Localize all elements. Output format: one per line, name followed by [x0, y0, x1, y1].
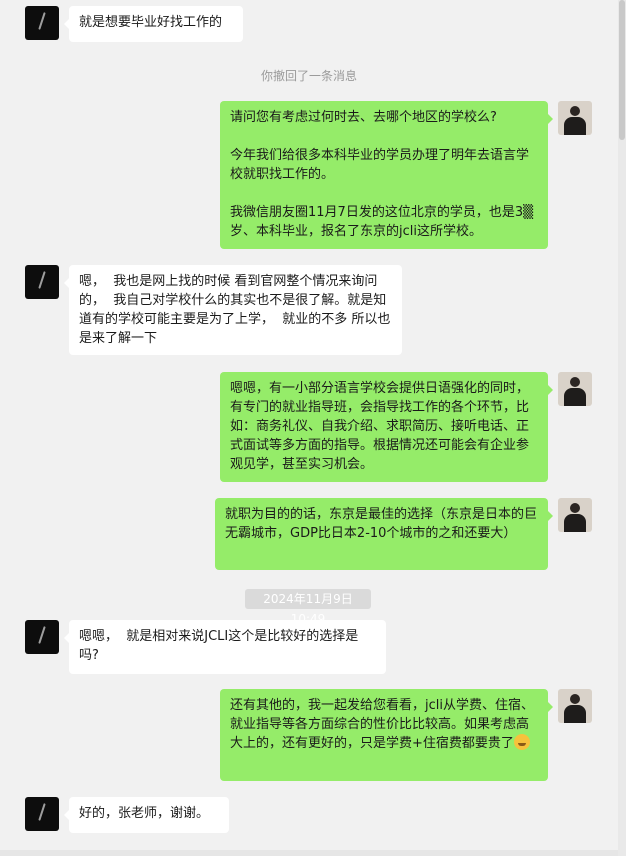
message-bubble-self[interactable]: 嗯嗯，有一小部分语言学校会提供日语强化的同时，有专门的就业指导班，会指导找工作的…	[220, 372, 553, 482]
message-text: 嗯嗯， 就是相对来说JCLI这个是比较好的选择是吗?	[79, 629, 359, 663]
message-text: 还有其他的，我一起发给您看看，jcli从学费、住宿、就业指导等各方面综合的性价比…	[230, 698, 534, 751]
message-bubble-friend[interactable]: 就是想要毕业好找工作的	[64, 6, 243, 42]
message-bubble-friend[interactable]: 嗯， 我也是网上找的时候 看到官网整个情况来询问的， 我自己对学校什么的其实也不…	[64, 265, 402, 355]
message-bubble-friend[interactable]: 嗯嗯， 就是相对来说JCLI这个是比较好的选择是吗?	[64, 620, 386, 674]
message-text: 就职为目的的话，东京是最佳的选择（东京是日本的巨无霸城市，GDP比日本2-10个…	[225, 507, 538, 541]
friend-avatar[interactable]	[25, 265, 59, 299]
friend-avatar[interactable]	[25, 6, 59, 40]
self-avatar[interactable]	[558, 498, 592, 532]
message-bubble-self[interactable]: 还有其他的，我一起发给您看看，jcli从学费、住宿、就业指导等各方面综合的性价比…	[220, 689, 553, 781]
message-bubble-self[interactable]: 请问您有考虑过何时去、去哪个地区的学校么? 今年我们给很多本科毕业的学员办理了明…	[220, 101, 553, 249]
self-avatar[interactable]	[558, 689, 592, 723]
message-text: 请问您有考虑过何时去、去哪个地区的学校么? 今年我们给很多本科毕业的学员办理了明…	[230, 110, 534, 239]
chat-history: 就是想要毕业好找工作的 你撤回了一条消息 请问您有考虑过何时去、去哪个地区的学校…	[0, 0, 618, 856]
recall-notice: 你撤回了一条消息	[260, 69, 357, 83]
grin-emoji-icon	[513, 734, 530, 750]
message-text: 嗯嗯，有一小部分语言学校会提供日语强化的同时，有专门的就业指导班，会指导找工作的…	[230, 381, 530, 472]
message-text: 就是想要毕业好找工作的	[79, 15, 223, 30]
timestamp: 2024年11月9日 10:49	[245, 589, 371, 626]
message-bubble-self[interactable]: 就职为目的的话，东京是最佳的选择（东京是日本的巨无霸城市，GDP比日本2-10个…	[215, 498, 553, 570]
message-text: 嗯， 我也是网上找的时候 看到官网整个情况来询问的， 我自己对学校什么的其实也不…	[79, 274, 391, 346]
scrollbar-thumb[interactable]	[619, 0, 625, 140]
message-text: 好的，张老师，谢谢。	[79, 806, 210, 821]
self-avatar[interactable]	[558, 101, 592, 135]
friend-avatar[interactable]	[25, 797, 59, 831]
scrollbar[interactable]	[618, 0, 626, 856]
message-bubble-friend[interactable]: 好的，张老师，谢谢。	[64, 797, 229, 833]
self-avatar[interactable]	[558, 372, 592, 406]
input-area-edge	[0, 850, 618, 856]
friend-avatar[interactable]	[25, 620, 59, 654]
